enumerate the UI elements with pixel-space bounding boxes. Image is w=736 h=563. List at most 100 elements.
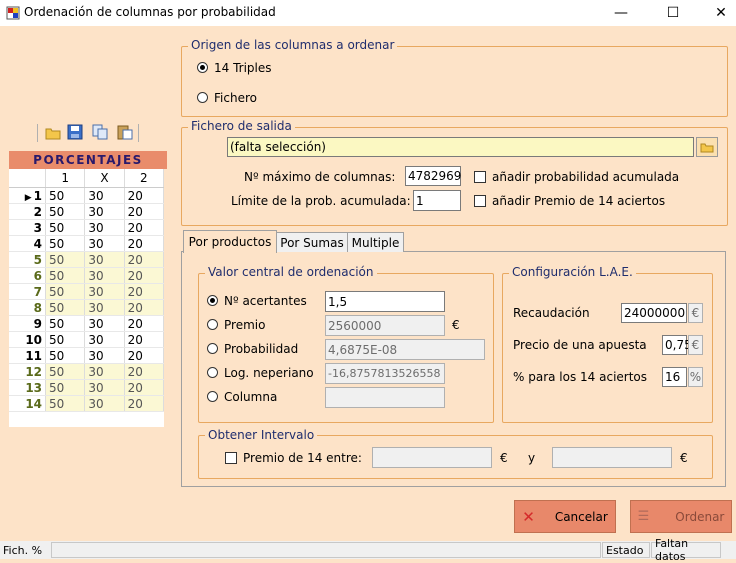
tab-multiple[interactable]: Multiple — [347, 232, 404, 252]
grid-cell[interactable]: 50 — [45, 235, 86, 252]
grid-cell[interactable]: 20 — [124, 187, 165, 204]
max-columns-input[interactable]: 4782969 — [405, 166, 461, 186]
radio-14-triples-label[interactable]: 14 Triples — [214, 61, 272, 75]
grid-cell[interactable]: 20 — [124, 395, 165, 412]
close-button[interactable]: ✕ — [698, 0, 736, 26]
porcentajes-grid[interactable]: 1 X 2 ▶ 1 50 30 20 2 50 30 20 3 50 30 20 4 50 30 20 5 50 30… — [9, 169, 165, 412]
save-icon[interactable] — [67, 124, 83, 140]
grid-row[interactable]: 6 50 30 20 — [9, 267, 165, 284]
grid-row[interactable]: 8 50 30 20 — [9, 299, 165, 316]
grid-cell[interactable]: 20 — [124, 251, 165, 268]
grid-cell[interactable]: 50 — [45, 315, 86, 332]
grid-cell[interactable]: 20 — [124, 379, 165, 396]
radio-probabilidad[interactable] — [207, 343, 218, 357]
maximize-button[interactable]: ☐ — [650, 0, 696, 26]
chk-premio-14[interactable] — [474, 195, 486, 210]
grid-row[interactable]: 10 50 30 20 — [9, 331, 165, 348]
grid-cell[interactable]: 20 — [124, 219, 165, 236]
output-file-field[interactable]: (falta selección) — [227, 137, 694, 157]
browse-file-button[interactable] — [696, 137, 718, 157]
grid-cell[interactable]: 20 — [124, 331, 165, 348]
grid-cell[interactable]: 30 — [84, 203, 125, 220]
pct-input[interactable]: 16 — [662, 367, 687, 387]
columna-input[interactable] — [325, 387, 445, 408]
chk-premio-14-label[interactable]: añadir Premio de 14 aciertos — [492, 194, 665, 208]
grid-cell[interactable]: 50 — [45, 379, 86, 396]
grid-cell[interactable]: 50 — [45, 267, 86, 284]
grid-cell[interactable]: 30 — [84, 283, 125, 300]
grid-row[interactable]: 9 50 30 20 — [9, 315, 165, 332]
cancel-button[interactable]: ✕ Cancelar — [514, 500, 616, 533]
grid-cell[interactable]: 50 — [45, 347, 86, 364]
grid-cell[interactable]: 30 — [84, 267, 125, 284]
radio-premio[interactable] — [207, 319, 218, 333]
precio-input[interactable]: 0,75 — [662, 335, 692, 355]
intervalo-to-input[interactable] — [552, 447, 672, 468]
grid-cell[interactable]: 50 — [45, 251, 86, 268]
acertantes-input[interactable]: 1,5 — [325, 291, 445, 312]
minimize-button[interactable]: — — [598, 0, 644, 26]
copy-icon[interactable] — [92, 124, 108, 140]
grid-cell[interactable]: 30 — [84, 187, 125, 204]
grid-cell[interactable]: 30 — [84, 331, 125, 348]
grid-cell[interactable]: 20 — [124, 347, 165, 364]
grid-cell[interactable]: 30 — [84, 219, 125, 236]
grid-cell[interactable]: 30 — [84, 395, 125, 412]
grid-cell[interactable]: 50 — [45, 283, 86, 300]
recaudacion-input[interactable]: 24000000 — [621, 303, 687, 323]
tab-por-productos[interactable]: Por productos — [183, 230, 277, 253]
probabilidad-input[interactable]: 4,6875E-08 — [325, 339, 485, 360]
radio-log-neperiano[interactable] — [207, 367, 218, 381]
radio-columna[interactable] — [207, 391, 218, 405]
grid-row[interactable]: 13 50 30 20 — [9, 379, 165, 396]
radio-14-triples[interactable] — [197, 62, 208, 76]
log-neperiano-label[interactable]: Log. neperiano — [224, 366, 314, 380]
log-neperiano-input[interactable]: -16,8757813526558 — [325, 363, 445, 384]
grid-cell[interactable]: 50 — [45, 331, 86, 348]
probabilidad-label[interactable]: Probabilidad — [224, 342, 298, 356]
grid-row[interactable]: 14 50 30 20 — [9, 395, 165, 412]
grid-row[interactable]: 7 50 30 20 — [9, 283, 165, 300]
grid-cell[interactable]: 50 — [45, 363, 86, 380]
radio-acertantes[interactable] — [207, 295, 218, 309]
grid-row[interactable]: ▶ 1 50 30 20 — [9, 187, 165, 204]
grid-cell[interactable]: 50 — [45, 219, 86, 236]
chk-prob-acumulada-label[interactable]: añadir probabilidad acumulada — [492, 170, 679, 184]
grid-cell[interactable]: 30 — [84, 251, 125, 268]
grid-row[interactable]: 3 50 30 20 — [9, 219, 165, 236]
grid-cell[interactable]: 50 — [45, 395, 86, 412]
grid-cell[interactable]: 20 — [124, 203, 165, 220]
paste-icon[interactable] — [117, 124, 133, 140]
radio-fichero-label[interactable]: Fichero — [214, 91, 257, 105]
columna-label[interactable]: Columna — [224, 390, 277, 404]
grid-cell[interactable]: 30 — [84, 363, 125, 380]
premio-input[interactable]: 2560000 — [325, 315, 445, 336]
grid-cell[interactable]: 20 — [124, 315, 165, 332]
limit-prob-input[interactable]: 1 — [413, 190, 461, 211]
grid-row[interactable]: 11 50 30 20 — [9, 347, 165, 364]
grid-cell[interactable]: 20 — [124, 363, 165, 380]
grid-row[interactable]: 12 50 30 20 — [9, 363, 165, 380]
grid-cell[interactable]: 20 — [124, 299, 165, 316]
grid-cell[interactable]: 30 — [84, 235, 125, 252]
premio-label[interactable]: Premio — [224, 318, 265, 332]
grid-cell[interactable]: 30 — [84, 299, 125, 316]
grid-cell[interactable]: 30 — [84, 315, 125, 332]
chk-premio-intervalo[interactable] — [225, 452, 237, 467]
grid-cell[interactable]: 50 — [45, 203, 86, 220]
grid-row[interactable]: 2 50 30 20 — [9, 203, 165, 220]
intervalo-from-input[interactable] — [372, 447, 492, 468]
grid-cell[interactable]: 30 — [84, 379, 125, 396]
chk-prob-acumulada[interactable] — [474, 171, 486, 186]
grid-cell[interactable]: 30 — [84, 347, 125, 364]
ordenar-button[interactable]: ☰ Ordenar — [630, 500, 732, 533]
acertantes-label[interactable]: Nº acertantes — [224, 294, 307, 308]
grid-cell[interactable]: 20 — [124, 283, 165, 300]
grid-cell[interactable]: 50 — [45, 187, 86, 204]
grid-cell[interactable]: 20 — [124, 267, 165, 284]
open-folder-icon[interactable] — [45, 126, 61, 140]
grid-row[interactable]: 5 50 30 20 — [9, 251, 165, 268]
grid-cell[interactable]: 20 — [124, 235, 165, 252]
radio-fichero[interactable] — [197, 92, 208, 106]
grid-row[interactable]: 4 50 30 20 — [9, 235, 165, 252]
